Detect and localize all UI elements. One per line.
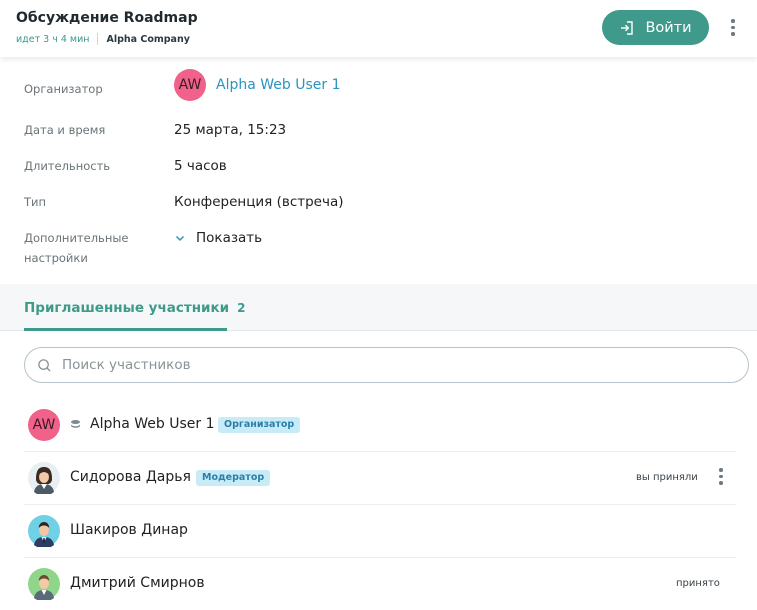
role-badge: Организатор bbox=[218, 417, 301, 433]
tab-invited-count: 2 bbox=[237, 300, 246, 315]
participation-status: принято bbox=[676, 578, 720, 589]
elapsed-time: идет 3 ч 4 мин bbox=[16, 33, 90, 45]
avatar bbox=[28, 462, 60, 494]
stack-icon bbox=[71, 420, 80, 428]
extra-settings-label-line2: настройки bbox=[24, 251, 88, 265]
duration-value: 5 часов bbox=[174, 158, 227, 174]
list-item[interactable]: Шакиров Динар bbox=[24, 505, 736, 558]
datetime-value: 25 марта, 15:23 bbox=[174, 122, 287, 138]
show-settings-label: Показать bbox=[196, 230, 263, 246]
tabs-bar: Приглашенные участники 2 bbox=[0, 284, 757, 331]
extra-settings-label-line1: Дополнительные bbox=[24, 231, 129, 245]
organizer-name[interactable]: Alpha Web User 1 bbox=[216, 77, 341, 93]
more-options-icon[interactable] bbox=[718, 468, 724, 485]
extra-settings-label: Дополнительные настройки bbox=[24, 228, 129, 268]
search-icon bbox=[38, 358, 51, 372]
enter-button-label: Войти bbox=[645, 19, 692, 36]
participant-name: Дмитрий Смирнов bbox=[70, 575, 205, 591]
participant-name: Сидорова Дарья bbox=[70, 469, 191, 485]
show-settings-link[interactable]: Показать bbox=[174, 228, 262, 248]
avatar bbox=[28, 515, 60, 547]
page-title: Обсуждение Roadmap bbox=[16, 10, 198, 26]
avatar: AW bbox=[174, 69, 206, 101]
meeting-meta: идет 3 ч 4 мин Alpha Company bbox=[16, 33, 190, 45]
list-item[interactable]: Сидорова Дарья Модератор вы приняли bbox=[24, 452, 736, 505]
type-value: Конференция (встреча) bbox=[174, 194, 344, 210]
tab-invited-label: Приглашенные участники bbox=[24, 299, 230, 316]
chevron-down-icon bbox=[175, 235, 185, 242]
meta-divider bbox=[97, 33, 99, 45]
tab-invited[interactable]: Приглашенные участники 2 bbox=[24, 284, 245, 331]
type-label: Тип bbox=[24, 195, 47, 209]
list-item[interactable]: AW Alpha Web User 1 Организатор bbox=[24, 399, 736, 452]
list-item[interactable]: Дмитрий Смирнов принято bbox=[24, 558, 736, 610]
login-icon bbox=[621, 20, 634, 35]
datetime-label: Дата и время bbox=[24, 123, 106, 137]
participant-name: Alpha Web User 1 bbox=[90, 416, 215, 432]
role-badge: Модератор bbox=[196, 470, 271, 486]
avatar bbox=[28, 568, 60, 600]
company-name: Alpha Company bbox=[106, 33, 190, 45]
participation-status: вы приняли bbox=[636, 472, 698, 483]
header-bar: Обсуждение Roadmap идет 3 ч 4 мин Alpha … bbox=[0, 0, 757, 57]
search-input[interactable] bbox=[62, 357, 712, 373]
enter-button[interactable]: Войти bbox=[602, 10, 709, 45]
duration-label: Длительность bbox=[24, 159, 111, 173]
participant-name: Шакиров Динар bbox=[70, 522, 188, 538]
avatar: AW bbox=[28, 409, 60, 441]
more-options-icon[interactable] bbox=[730, 19, 736, 36]
organizer-value[interactable]: AW Alpha Web User 1 bbox=[174, 69, 341, 101]
search-box[interactable] bbox=[24, 347, 749, 383]
organizer-label: Организатор bbox=[24, 82, 103, 96]
tab-active-indicator bbox=[24, 328, 227, 331]
